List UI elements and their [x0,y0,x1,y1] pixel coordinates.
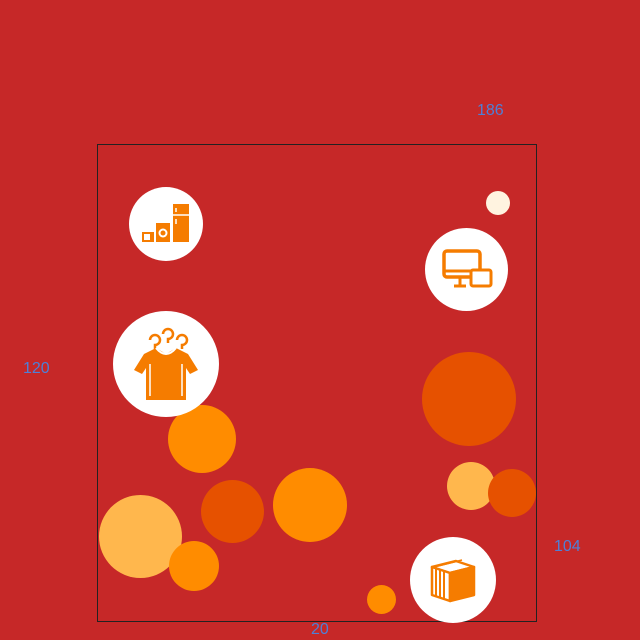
dark-orange-bubble [488,469,536,517]
orange-bubble [367,585,396,614]
dark-orange-bubble [422,352,516,446]
clothing-icon [134,327,198,400]
computer-devices-bubble[interactable] [425,228,508,311]
cream-bubble [486,191,510,215]
left-dimension-label: 120 [23,360,50,377]
dark-orange-bubble [201,480,264,543]
appliances-bubble[interactable] [129,187,203,261]
package-box-icon [430,559,476,603]
right-dimension-label: 104 [554,538,581,555]
appliances-icon [142,204,189,242]
top-dimension-label: 186 [477,102,504,119]
orange-bubble [169,541,219,591]
bottom-dimension-label: 20 [311,621,329,638]
clothing-bubble[interactable] [113,311,219,417]
computer-devices-icon [441,248,492,287]
package-box-bubble[interactable] [410,537,496,623]
bubble-canvas: 186 120 104 20 [0,0,640,640]
orange-bubble [273,468,347,542]
